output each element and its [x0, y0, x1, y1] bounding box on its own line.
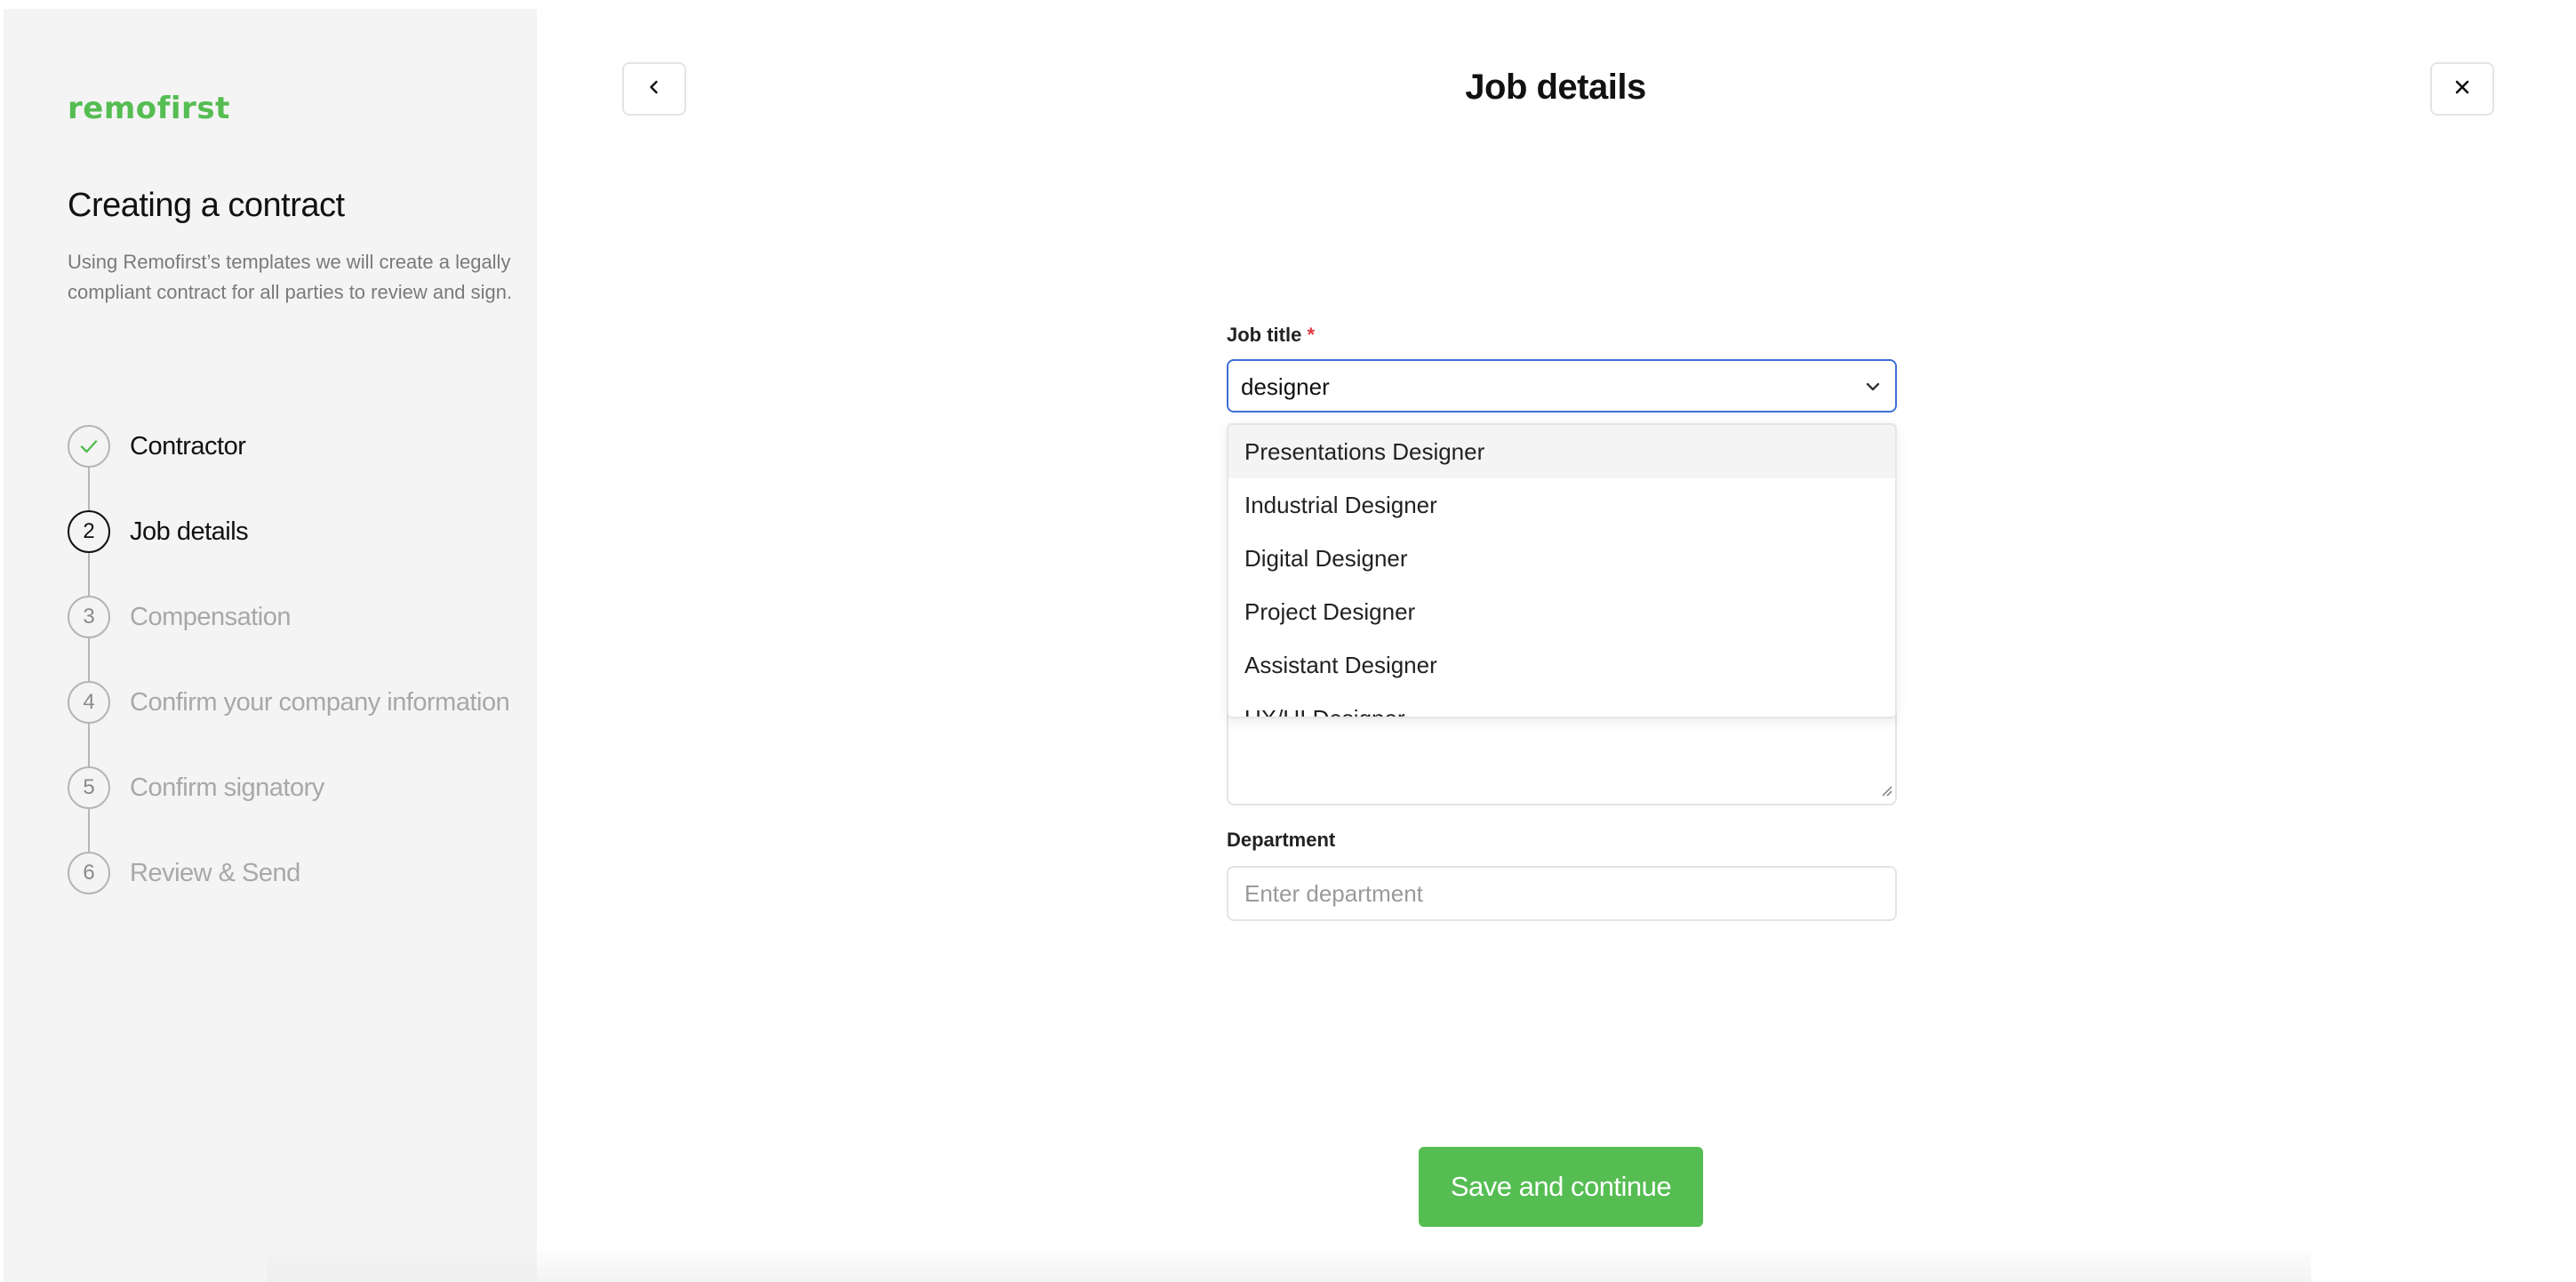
step-label: Contractor [130, 432, 246, 461]
step-contractor[interactable]: Contractor [68, 425, 530, 469]
step-connector [88, 553, 90, 596]
sidebar-title: Creating a contract [68, 187, 345, 224]
bottom-shadow [267, 1245, 2311, 1282]
close-button[interactable] [2430, 62, 2494, 116]
department-label: Department [1227, 829, 1336, 851]
step-label: Job details [130, 517, 249, 546]
step-number: 5 [68, 766, 110, 809]
department-input[interactable] [1228, 868, 1895, 919]
step-number: 2 [68, 510, 110, 553]
step-connector [88, 809, 90, 852]
dropdown-option[interactable]: Project Designer [1228, 585, 1895, 638]
save-and-continue-button[interactable]: Save and continue [1419, 1147, 1703, 1227]
required-mark: * [1307, 324, 1316, 346]
step-connector [88, 638, 90, 681]
dropdown-option[interactable]: UX/UI Designer [1228, 692, 1895, 717]
step-number: 3 [68, 596, 110, 638]
step-label: Compensation [130, 603, 292, 631]
sidebar: remofirst Creating a contract Using Remo… [4, 9, 537, 1282]
step-number: 6 [68, 852, 110, 894]
back-button[interactable] [622, 62, 686, 116]
dropdown-option[interactable]: Assistant Designer [1228, 638, 1895, 692]
step-connector [88, 724, 90, 766]
job-title-options-list: Presentations Designer Industrial Design… [1227, 423, 1897, 718]
dropdown-option[interactable]: Presentations Designer [1228, 425, 1895, 478]
step-compensation[interactable]: 3 Compensation [68, 596, 530, 640]
close-icon [2453, 78, 2471, 100]
chevron-left-icon [645, 78, 663, 100]
job-title-label-text: Job title [1227, 324, 1302, 346]
step-label: Confirm signatory [130, 773, 324, 802]
step-connector [88, 468, 90, 510]
step-confirm-signatory[interactable]: 5 Confirm signatory [68, 766, 530, 811]
check-icon [68, 425, 110, 468]
resize-handle-icon[interactable] [1879, 783, 1893, 802]
department-field[interactable] [1227, 866, 1897, 921]
chevron-down-icon[interactable] [1863, 377, 1883, 401]
sidebar-description: Using Remofirst’s templates we will crea… [68, 251, 513, 303]
job-title-combobox[interactable]: designer [1227, 359, 1897, 413]
step-review-send[interactable]: 6 Review & Send [68, 852, 530, 896]
job-title-label: Job title * [1227, 324, 1315, 347]
page-title: Job details [1465, 68, 1646, 107]
step-confirm-company[interactable]: 4 Confirm your company information [68, 681, 530, 725]
step-job-details[interactable]: 2 Job details [68, 510, 530, 555]
dropdown-option[interactable]: Digital Designer [1228, 532, 1895, 585]
job-title-input-value[interactable]: designer [1241, 373, 1330, 401]
dropdown-option[interactable]: Industrial Designer [1228, 478, 1895, 532]
step-label: Confirm your company information [130, 688, 510, 717]
step-label: Review & Send [130, 859, 300, 887]
step-number: 4 [68, 681, 110, 724]
remofirst-logo: remofirst [68, 91, 230, 126]
